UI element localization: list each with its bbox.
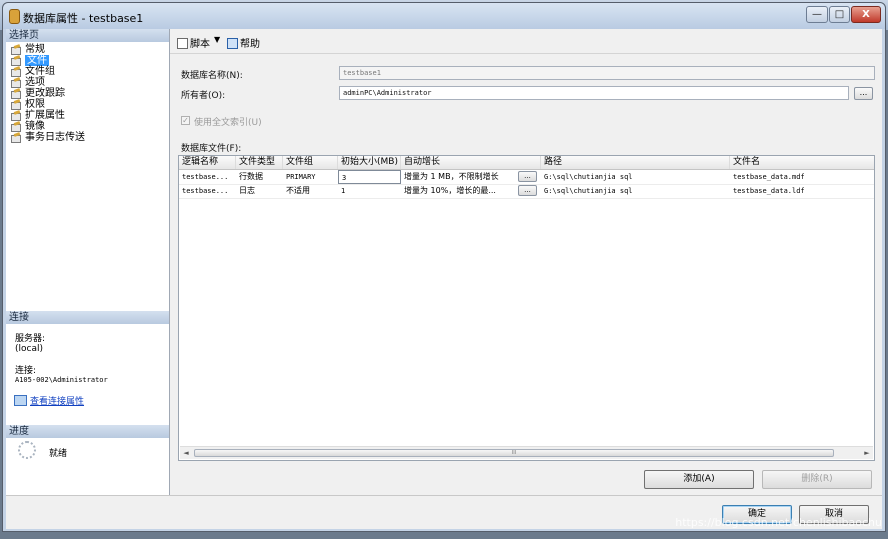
progress-section: 进度 就绪 bbox=[6, 425, 169, 459]
page-icon bbox=[10, 111, 21, 121]
toolbar: 脚本 ▼ 帮助 bbox=[170, 29, 882, 54]
page-icon bbox=[10, 67, 21, 77]
column-file-type[interactable]: 文件类型 bbox=[236, 156, 283, 169]
cell-filegroup[interactable]: 不适用 bbox=[283, 184, 338, 198]
divider bbox=[6, 495, 882, 496]
database-files-label: 数据库文件(F): bbox=[181, 144, 242, 154]
page-icon bbox=[10, 89, 21, 99]
server-label: 服务器: bbox=[15, 334, 46, 344]
column-filegroup[interactable]: 文件组 bbox=[283, 156, 338, 169]
progress-spinner-icon bbox=[18, 441, 36, 459]
help-button[interactable]: 帮助 bbox=[227, 35, 260, 50]
cell-logical-name[interactable]: testbase... bbox=[179, 170, 236, 184]
page-item-permissions[interactable]: 权限 bbox=[10, 99, 169, 110]
horizontal-scrollbar[interactable]: ◄ III ► bbox=[180, 446, 873, 459]
close-button[interactable]: X bbox=[851, 6, 881, 23]
window-title: 数据库属性 - testbase1 bbox=[23, 12, 144, 25]
help-icon bbox=[227, 38, 238, 49]
cell-path[interactable]: G:\sql\chutianjia sql bbox=[541, 184, 730, 198]
page-item-log-shipping[interactable]: 事务日志传送 bbox=[10, 132, 169, 143]
page-item-extended-properties[interactable]: 扩展属性 bbox=[10, 110, 169, 121]
connection-value: A105-002\Administrator bbox=[15, 376, 108, 384]
table-row[interactable]: testbase... 日志 不适用 1 增量为 10%，增长的最... ...… bbox=[179, 184, 874, 199]
cell-initial-size[interactable]: 3 bbox=[338, 170, 401, 184]
page-list: 常规 文件 文件组 选项 更改跟踪 权限 扩展属性 镜像 事务日志传送 bbox=[6, 42, 169, 143]
column-logical-name[interactable]: 逻辑名称 bbox=[179, 156, 236, 169]
database-name-field[interactable]: testbase1 bbox=[339, 66, 875, 80]
page-item-change-tracking[interactable]: 更改跟踪 bbox=[10, 88, 169, 99]
page-icon bbox=[10, 133, 21, 143]
cell-autogrowth[interactable]: 增量为 1 MB，不限制增长 bbox=[401, 170, 517, 184]
title-bar: 数据库属性 - testbase1 — □ X bbox=[3, 3, 885, 29]
connection-properties-icon bbox=[14, 395, 27, 406]
column-path[interactable]: 路径 bbox=[541, 156, 730, 169]
page-item-general[interactable]: 常规 bbox=[10, 44, 169, 55]
remove-button[interactable]: 删除(R) bbox=[762, 470, 872, 489]
page-icon bbox=[10, 122, 21, 132]
autogrowth-browse-button[interactable]: ... bbox=[518, 185, 537, 196]
progress-status: 就绪 bbox=[49, 449, 68, 459]
owner-field[interactable]: adminPC\Administrator bbox=[339, 86, 849, 100]
view-connection-properties-link[interactable]: 查看连接属性 bbox=[30, 397, 84, 407]
column-autogrowth[interactable]: 自动增长 bbox=[401, 156, 541, 169]
table-row[interactable]: testbase... 行数据 PRIMARY 3 增量为 1 MB，不限制增长… bbox=[179, 170, 874, 185]
owner-label: 所有者(O): bbox=[181, 91, 226, 101]
minimize-button[interactable]: — bbox=[806, 6, 828, 23]
page-icon bbox=[10, 45, 21, 55]
cell-autogrowth[interactable]: 增量为 10%，增长的最... bbox=[401, 184, 517, 198]
cell-file-name[interactable]: testbase_data.mdf bbox=[730, 170, 874, 184]
fulltext-checkbox[interactable]: ✓ bbox=[181, 116, 190, 125]
fulltext-label: 使用全文索引(U) bbox=[194, 118, 262, 128]
page-icon bbox=[10, 100, 21, 110]
page-icon bbox=[10, 78, 21, 88]
maximize-button[interactable]: □ bbox=[829, 6, 850, 23]
server-value: (local) bbox=[15, 344, 43, 354]
page-item-filegroups[interactable]: 文件组 bbox=[10, 66, 169, 77]
dialog-body: 选择页 常规 文件 文件组 选项 更改跟踪 权限 扩展属性 镜像 事务日志传送 … bbox=[6, 29, 882, 529]
connection-section: 连接 服务器: (local) 连接: A105-002\Administrat… bbox=[6, 311, 169, 407]
owner-browse-button[interactable]: ... bbox=[854, 87, 873, 100]
script-button[interactable]: 脚本 bbox=[177, 35, 210, 50]
scroll-left-arrow-icon[interactable]: ◄ bbox=[181, 448, 191, 458]
page-icon bbox=[10, 56, 21, 66]
database-icon bbox=[9, 9, 20, 24]
grid-header: 逻辑名称 文件类型 文件组 初始大小(MB) 自动增长 路径 文件名 bbox=[179, 156, 874, 170]
watermark: https://blog.csdn.net/chenlishibaochu bbox=[675, 516, 882, 529]
cell-file-type[interactable]: 行数据 bbox=[236, 170, 283, 184]
main-pane: 脚本 ▼ 帮助 数据库名称(N): testbase1 所有者(O): admi… bbox=[170, 29, 882, 495]
scroll-thumb[interactable]: III bbox=[194, 449, 834, 457]
add-button[interactable]: 添加(A) bbox=[644, 470, 754, 489]
script-dropdown-arrow[interactable]: ▼ bbox=[214, 35, 220, 44]
page-item-options[interactable]: 选项 bbox=[10, 77, 169, 88]
cell-path[interactable]: G:\sql\chutianjia sql bbox=[541, 170, 730, 184]
page-item-mirroring[interactable]: 镜像 bbox=[10, 121, 169, 132]
cell-initial-size[interactable]: 1 bbox=[338, 184, 401, 198]
select-page-header: 选择页 bbox=[6, 29, 169, 42]
view-connection-row: 查看连接属性 bbox=[6, 394, 169, 407]
cell-file-name[interactable]: testbase_data.ldf bbox=[730, 184, 874, 198]
database-properties-dialog: 数据库属性 - testbase1 — □ X 选择页 常规 文件 文件组 选项… bbox=[2, 2, 886, 532]
progress-header: 进度 bbox=[6, 425, 169, 438]
database-name-label: 数据库名称(N): bbox=[181, 71, 243, 81]
connection-header: 连接 bbox=[6, 311, 169, 324]
page-item-files[interactable]: 文件 bbox=[10, 55, 169, 66]
connection-label: 连接: bbox=[15, 366, 37, 376]
scroll-right-arrow-icon[interactable]: ► bbox=[862, 448, 872, 458]
column-initial-size[interactable]: 初始大小(MB) bbox=[338, 156, 401, 169]
autogrowth-browse-button[interactable]: ... bbox=[518, 171, 537, 182]
cell-logical-name[interactable]: testbase... bbox=[179, 184, 236, 198]
left-pane: 选择页 常规 文件 文件组 选项 更改跟踪 权限 扩展属性 镜像 事务日志传送 … bbox=[6, 29, 170, 495]
column-file-name[interactable]: 文件名 bbox=[730, 156, 874, 169]
cell-filegroup[interactable]: PRIMARY bbox=[283, 170, 338, 184]
database-files-grid: 逻辑名称 文件类型 文件组 初始大小(MB) 自动增长 路径 文件名 testb… bbox=[178, 155, 875, 461]
script-icon bbox=[177, 38, 188, 49]
cell-file-type[interactable]: 日志 bbox=[236, 184, 283, 198]
